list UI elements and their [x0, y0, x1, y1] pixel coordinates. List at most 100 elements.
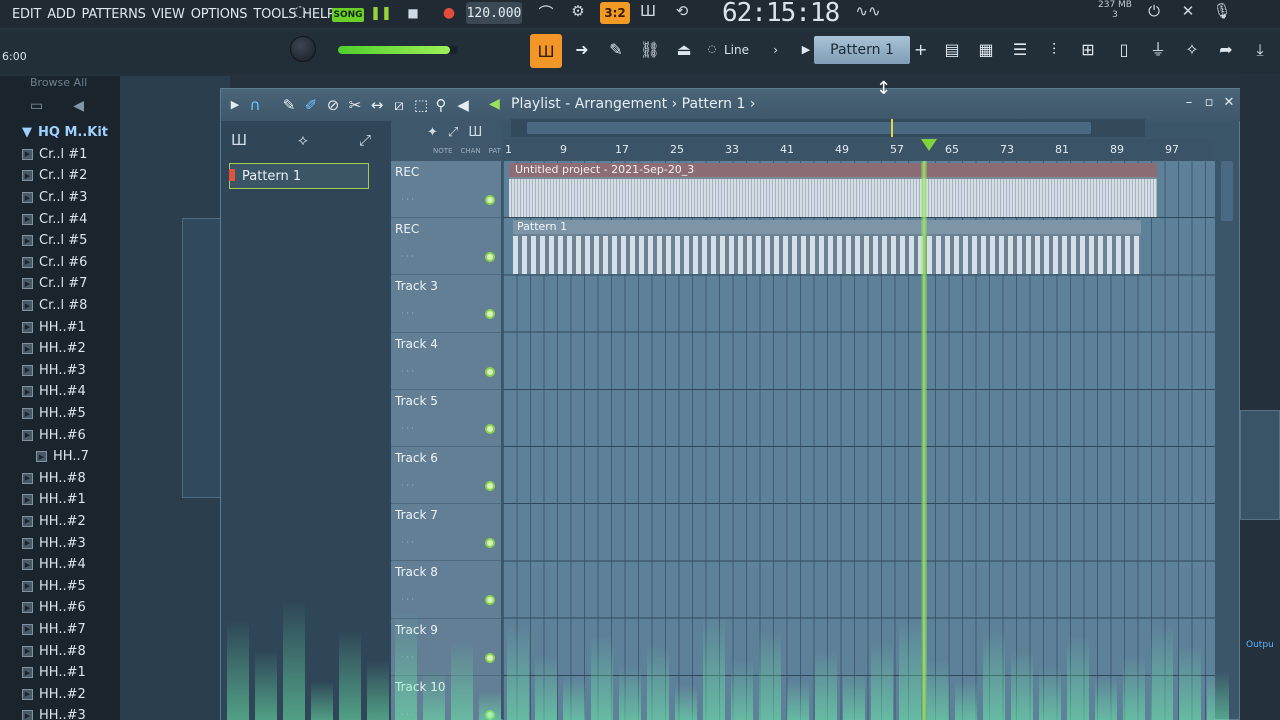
slip-tool-icon[interactable]: ↔	[367, 95, 387, 115]
track-grip-icon[interactable]: · · ·	[401, 309, 414, 318]
pattern-selector[interactable]: Pattern 1	[814, 36, 910, 64]
playlist-view-button[interactable]: Ш	[530, 34, 562, 68]
browser-item[interactable]: ▶ HH..#7	[22, 619, 122, 641]
playback-tool-icon[interactable]: ◀	[453, 95, 473, 115]
close-icon[interactable]: ✕	[1221, 95, 1237, 111]
browser-item[interactable]: ▶ HH..#1	[22, 316, 122, 338]
tempo-display[interactable]: 120.000	[466, 2, 522, 24]
step-edit-icon[interactable]: Ш	[638, 2, 658, 22]
record-button[interactable]: ●	[440, 2, 458, 24]
picker-link-icon[interactable]: ⤢	[359, 131, 371, 155]
track-mute-toggle[interactable]	[485, 309, 495, 320]
add-pattern-icon[interactable]: +	[914, 40, 927, 59]
track-mute-toggle[interactable]	[485, 481, 495, 491]
horizontal-scrollbar[interactable]	[511, 119, 1145, 137]
mixer-slider-area[interactable]	[1240, 410, 1280, 520]
track-mute-toggle[interactable]	[485, 709, 495, 720]
vertical-scroll-thumb[interactable]	[1221, 161, 1233, 221]
piano-roll-icon[interactable]: ▦	[974, 38, 998, 62]
track-header[interactable]: Track 6 · · ·	[391, 447, 501, 505]
mixer-icon[interactable]: ⫶	[1042, 38, 1066, 62]
mute-tool-icon[interactable]: ✂	[345, 95, 365, 115]
browser-item[interactable]: ▶ HH..#5	[22, 403, 122, 425]
picker-view-icon[interactable]: Ш	[231, 131, 247, 155]
playlist-pattern-crumb[interactable]: Pattern 1	[682, 96, 746, 112]
zoom-tool-icon[interactable]: ⚲	[431, 95, 451, 115]
browser-item[interactable]: ▶ HH..#8	[22, 640, 122, 662]
browser-item[interactable]: ▶ Cr..l #4	[22, 208, 122, 230]
menu-view[interactable]: VIEW	[152, 7, 185, 22]
arrow-right-icon[interactable]: ➜	[570, 38, 594, 62]
track-grip-icon[interactable]: · · ·	[401, 367, 414, 376]
plugin-icon[interactable]: ⏚	[1146, 38, 1170, 62]
master-volume-slider[interactable]	[338, 46, 458, 54]
track-grip-icon[interactable]: · · ·	[401, 481, 414, 490]
track-link-icon[interactable]: ⤢	[448, 125, 458, 140]
track-header[interactable]: Track 3 · · ·	[391, 275, 501, 333]
menu-add[interactable]: ADD	[47, 7, 76, 22]
maximize-icon[interactable]: ▫	[1201, 95, 1217, 111]
browser-item[interactable]: ▶ HH..#4	[22, 381, 122, 403]
tempo-tapper-icon[interactable]: ✧	[1180, 38, 1204, 62]
metronome-icon[interactable]: ⌒	[536, 2, 556, 22]
arrow-share-icon[interactable]: ➦	[1214, 38, 1238, 62]
speaker-icon[interactable]: ◀	[73, 98, 84, 118]
browser-item[interactable]: ▶ Cr..l #6	[22, 252, 122, 274]
magnet-icon[interactable]: ∩	[245, 95, 265, 115]
stop-button[interactable]: ■	[404, 2, 422, 24]
playlist-menu-icon[interactable]: ▶	[225, 95, 245, 115]
browser-item[interactable]: ▶ Cr..l #7	[22, 273, 122, 295]
track-grip-icon[interactable]: · · ·	[401, 595, 414, 604]
browser-item[interactable]: ▶ HH..#1	[22, 662, 122, 684]
playlist-titlebar[interactable]: ▶ ∩ ✎ ✐ ⊘ ✂ ↔ ⧄ ⬚ ⚲ ◀ ◀ Playlist - Arran…	[221, 89, 1241, 121]
timeline-ruler[interactable]: 1 9 17 25 33 41 49 57 65 73 81 89 97	[503, 139, 1215, 161]
track-header[interactable]: Track 10 · · ·	[391, 676, 501, 720]
paint-tool-icon[interactable]: ✐	[301, 95, 321, 115]
wait-input-icon[interactable]: ⚙	[568, 2, 588, 22]
menu-patterns[interactable]: PATTERNS	[82, 7, 146, 22]
draw-tool-icon[interactable]: ✎	[279, 95, 299, 115]
browser-item[interactable]: ▶ HH..#2	[22, 338, 122, 360]
track-header[interactable]: Track 9 · · ·	[391, 619, 501, 676]
track-header[interactable]: REC · · ·	[391, 161, 501, 219]
browser-item[interactable]: ▶ HH..#3	[22, 360, 122, 382]
link-icon[interactable]: ⛓	[638, 38, 662, 62]
browser-item[interactable]: ▶ Cr..l #1	[22, 144, 122, 166]
browser-item[interactable]: ▶ Cr..l #2	[22, 165, 122, 187]
track-header[interactable]: Track 8 · · ·	[391, 561, 501, 619]
browser-item[interactable]: ▶ HH..#6	[22, 597, 122, 619]
browser-item[interactable]: ▶ Cr..l #8	[22, 295, 122, 317]
arrangement-grid[interactable]: Untitled project - 2021-Sep-20_3 Pattern…	[503, 161, 1215, 720]
browser-item[interactable]: ▶ HH..#2	[22, 511, 122, 533]
picker-pattern-item[interactable]: Pattern 1	[229, 163, 369, 189]
stamp-icon[interactable]: ⏏	[672, 38, 696, 62]
browser-icon[interactable]: ⊞	[1076, 38, 1100, 62]
track-grip-icon[interactable]: · · ·	[401, 710, 414, 719]
track-grip-icon[interactable]: · · ·	[401, 195, 414, 204]
browser-item[interactable]: ▶ HH..#1	[22, 489, 122, 511]
microphone-icon[interactable]: 🎙	[1212, 2, 1232, 22]
vertical-scrollbar[interactable]	[1217, 121, 1237, 261]
power-icon[interactable]: ⏻	[1144, 2, 1164, 22]
tools-icon[interactable]: ✕	[1178, 2, 1198, 22]
track-grip-icon[interactable]: · · ·	[401, 538, 414, 547]
browser-item[interactable]: ▶ HH..#3	[22, 532, 122, 554]
picker-wave-icon[interactable]: ⟡	[298, 131, 308, 155]
track-mute-toggle[interactable]	[485, 652, 495, 663]
browser-item[interactable]: ▶ HH..#6	[22, 424, 122, 446]
select-tool-icon[interactable]: ⬚	[411, 95, 431, 115]
browser-item[interactable]: ▶ HH..#4	[22, 554, 122, 576]
snap-mode-select[interactable]: Line ›	[720, 40, 782, 60]
file-icon[interactable]: ▯	[1112, 38, 1136, 62]
track-mute-toggle[interactable]	[485, 595, 495, 606]
track-mute-toggle[interactable]	[485, 195, 495, 205]
track-grip-icon[interactable]: · · ·	[401, 252, 414, 261]
delete-tool-icon[interactable]: ⊘	[323, 95, 343, 115]
song-position-display[interactable]: 62:15:18	[722, 0, 840, 28]
track-view-icon[interactable]: Ш	[468, 125, 482, 140]
browser-item[interactable]: ▶ HH..7	[22, 446, 122, 468]
channel-rack-icon[interactable]: ☰	[1008, 38, 1032, 62]
master-pitch-knob[interactable]	[290, 36, 316, 62]
browser-item[interactable]: ▶ HH..#2	[22, 683, 122, 705]
track-grip-icon[interactable]: · · ·	[401, 653, 414, 662]
